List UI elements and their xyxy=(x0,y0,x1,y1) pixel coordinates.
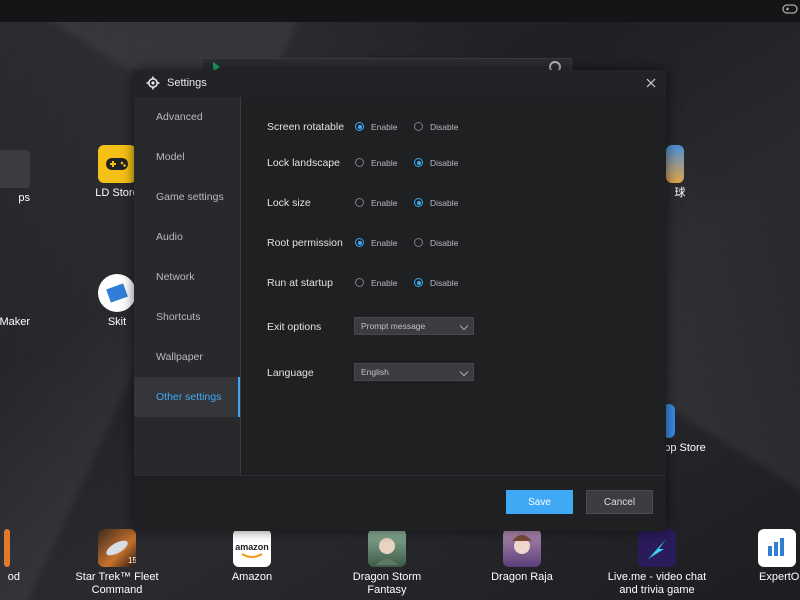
radio-lock-size-enable[interactable] xyxy=(355,198,364,207)
radio-label-disable: Disable xyxy=(430,122,459,132)
close-icon[interactable] xyxy=(644,76,658,90)
app-label: Star Trek™ Fleet Command xyxy=(75,571,159,596)
dock-app-dragon-storm[interactable]: Dragon Storm Fantasy xyxy=(332,529,442,597)
radio-screen-rotatable-enable[interactable] xyxy=(355,122,364,131)
language-label: Language xyxy=(267,367,314,379)
amazon-icon: amazon xyxy=(233,529,271,567)
exit-options-select[interactable]: Prompt message xyxy=(354,317,474,335)
settings-content: Screen rotatable Enable Disable Lock lan… xyxy=(241,97,666,475)
cancel-button[interactable]: Cancel xyxy=(586,490,653,514)
dragon-raja-icon xyxy=(503,529,541,567)
desktop-app-maker[interactable]: Maker xyxy=(0,316,30,329)
sidebar-item-audio[interactable]: Audio xyxy=(134,217,240,257)
dock-app-live-me[interactable]: Live.me - video chat and trivia game xyxy=(602,529,712,597)
language-select[interactable]: English xyxy=(354,363,474,381)
exit-options-value: Prompt message xyxy=(361,321,426,331)
app-label: Maker xyxy=(0,316,30,328)
app-icon xyxy=(4,529,10,567)
sidebar-item-shortcuts[interactable]: Shortcuts xyxy=(134,297,240,337)
sidebar-item-model[interactable]: Model xyxy=(134,137,240,177)
app-label: ps xyxy=(18,192,30,204)
sidebar-item-network[interactable]: Network xyxy=(134,257,240,297)
radio-run-at-startup-disable[interactable] xyxy=(414,278,423,287)
app-label: od xyxy=(7,571,20,583)
dock-app-dragon-raja[interactable]: Dragon Raja xyxy=(467,529,577,584)
radio-lock-landscape-disable[interactable] xyxy=(414,158,423,167)
desktop-app-apps[interactable]: ps xyxy=(0,150,30,205)
dock-app-expertop[interactable]: ExpertOp xyxy=(737,529,800,584)
radio-label-enable: Enable xyxy=(371,238,398,248)
chevron-down-icon xyxy=(459,367,469,377)
dialog-title: Settings xyxy=(167,77,207,89)
chevron-down-icon xyxy=(459,321,469,331)
top-bar xyxy=(0,0,800,22)
save-button[interactable]: Save xyxy=(506,490,573,514)
option-label-lock-landscape: Lock landscape xyxy=(267,157,340,169)
settings-dialog: Settings Advanced Model Game settings Au… xyxy=(134,70,666,531)
dock-app-amazon[interactable]: amazon Amazon xyxy=(197,529,307,584)
gear-icon xyxy=(146,76,160,90)
app-folder-icon xyxy=(0,150,30,188)
gamepad-icon[interactable] xyxy=(782,2,798,16)
option-label-screen-rotatable: Screen rotatable xyxy=(267,121,345,133)
radio-label-disable: Disable xyxy=(430,278,459,288)
radio-label-disable: Disable xyxy=(430,198,459,208)
dialog-header: Settings xyxy=(134,70,666,98)
dialog-footer: Save Cancel xyxy=(134,475,666,531)
radio-lock-size-disable[interactable] xyxy=(414,198,423,207)
radio-label-enable: Enable xyxy=(371,278,398,288)
sidebar-item-other-settings[interactable]: Other settings xyxy=(134,377,240,417)
dock-app-partial-left[interactable]: od xyxy=(0,529,20,584)
svg-text:15: 15 xyxy=(128,556,136,565)
radio-label-disable: Disable xyxy=(430,238,459,248)
app-label: 球 xyxy=(674,187,686,199)
radio-root-permission-disable[interactable] xyxy=(414,238,423,247)
radio-lock-landscape-enable[interactable] xyxy=(355,158,364,167)
dock-app-star-trek[interactable]: 15 Star Trek™ Fleet Command xyxy=(62,529,172,597)
settings-sidebar: Advanced Model Game settings Audio Netwo… xyxy=(134,97,241,475)
radio-root-permission-enable[interactable] xyxy=(355,238,364,247)
app-label: Dragon Storm Fantasy xyxy=(352,571,422,596)
radio-run-at-startup-enable[interactable] xyxy=(355,278,364,287)
dragon-storm-icon xyxy=(368,529,406,567)
exit-options-label: Exit options xyxy=(267,321,322,333)
sidebar-item-advanced[interactable]: Advanced xyxy=(134,97,240,137)
star-trek-icon: 15 xyxy=(98,529,136,567)
radio-label-enable: Enable xyxy=(371,198,398,208)
sidebar-item-wallpaper[interactable]: Wallpaper xyxy=(134,337,240,377)
language-value: English xyxy=(361,367,389,377)
app-label: Amazon xyxy=(231,571,273,583)
skit-icon xyxy=(98,274,136,312)
app-label: ExpertOp xyxy=(759,571,800,583)
option-label-root-permission: Root permission xyxy=(267,237,343,249)
option-label-lock-size: Lock size xyxy=(267,197,311,209)
radio-label-disable: Disable xyxy=(430,158,459,168)
ld-store-icon xyxy=(98,145,136,183)
app-label: Dragon Raja xyxy=(491,571,553,583)
radio-label-enable: Enable xyxy=(371,122,398,132)
sidebar-item-game-settings[interactable]: Game settings xyxy=(134,177,240,217)
radio-label-enable: Enable xyxy=(371,158,398,168)
option-label-run-at-startup: Run at startup xyxy=(267,277,333,289)
game-app-icon xyxy=(666,145,684,183)
expertop-icon xyxy=(758,529,796,567)
radio-screen-rotatable-disable[interactable] xyxy=(414,122,423,131)
live-me-icon xyxy=(638,529,676,567)
app-label: Live.me - video chat and trivia game xyxy=(607,571,707,596)
